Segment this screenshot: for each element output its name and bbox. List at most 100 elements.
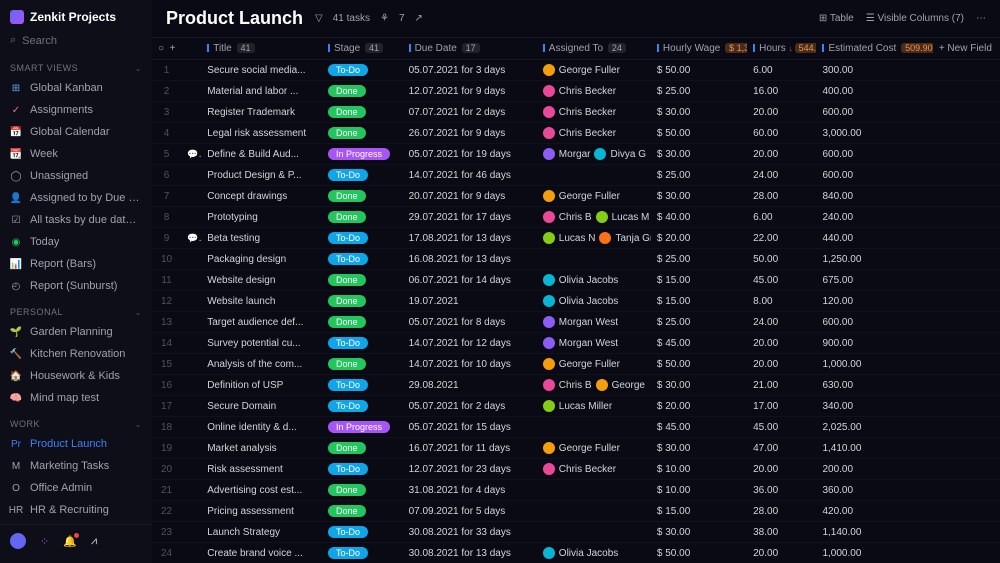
wage-cell[interactable]: $ 30.00	[651, 186, 747, 207]
assign-cell[interactable]: Chris Becker	[537, 123, 651, 144]
hours-cell[interactable]: 20.00	[747, 543, 816, 563]
wage-cell[interactable]: $ 30.00	[651, 102, 747, 123]
activity-icon[interactable]: ⩘	[91, 535, 97, 548]
title-cell[interactable]: Material and labor ...	[201, 81, 322, 102]
due-cell[interactable]: 14.07.2021 for 12 days	[403, 333, 537, 354]
cost-cell[interactable]: 900.00	[816, 333, 932, 354]
assign-cell[interactable]: Chris Becker	[537, 81, 651, 102]
wage-cell[interactable]: $ 15.00	[651, 270, 747, 291]
assign-cell[interactable]: Olivia Jacobs	[537, 270, 651, 291]
table-row[interactable]: 21 Advertising cost est... Done 31.08.20…	[152, 480, 1000, 501]
title-cell[interactable]: Register Trademark	[201, 102, 322, 123]
cost-cell[interactable]: 200.00	[816, 459, 932, 480]
cost-cell[interactable]: 1,250.00	[816, 249, 932, 270]
cost-cell[interactable]: 400.00	[816, 81, 932, 102]
due-cell[interactable]: 16.08.2021 for 13 days	[403, 249, 537, 270]
assign-cell[interactable]	[537, 522, 651, 543]
wage-cell[interactable]: $ 25.00	[651, 249, 747, 270]
team-icon[interactable]: ⚘	[380, 13, 389, 24]
wage-cell[interactable]: $ 30.00	[651, 375, 747, 396]
assign-cell[interactable]	[537, 165, 651, 186]
table-row[interactable]: 2 Material and labor ... Done 12.07.2021…	[152, 81, 1000, 102]
title-cell[interactable]: Online identity & d...	[201, 417, 322, 438]
sidebar-item[interactable]: 👤Assigned to by Due Date	[0, 187, 152, 209]
stage-cell[interactable]: To-Do	[322, 459, 403, 480]
stage-cell[interactable]: To-Do	[322, 375, 403, 396]
wage-cell[interactable]: $ 30.00	[651, 144, 747, 165]
hours-cell[interactable]: 45.00	[747, 270, 816, 291]
hours-cell[interactable]: 21.00	[747, 375, 816, 396]
sidebar-item[interactable]: 📊Report (Bars)	[0, 253, 152, 275]
title-cell[interactable]: Create brand voice ...	[201, 543, 322, 563]
title-cell[interactable]: Product Design & P...	[201, 165, 322, 186]
wage-cell[interactable]: $ 25.00	[651, 165, 747, 186]
hours-cell[interactable]: 50.00	[747, 249, 816, 270]
hours-cell[interactable]: 20.00	[747, 144, 816, 165]
due-cell[interactable]: 19.07.2021	[403, 291, 537, 312]
hours-cell[interactable]: 6.00	[747, 60, 816, 81]
due-cell[interactable]: 07.07.2021 for 2 days	[403, 102, 537, 123]
notifications-icon[interactable]: 🔔	[63, 535, 77, 548]
stage-cell[interactable]: Done	[322, 270, 403, 291]
sidebar-item[interactable]: ◯Unassigned	[0, 165, 152, 187]
sidebar-item[interactable]: ⊞Global Kanban	[0, 77, 152, 99]
hours-cell[interactable]: 17.00	[747, 396, 816, 417]
stage-cell[interactable]: In Progress	[322, 144, 403, 165]
hours-cell[interactable]: 47.00	[747, 438, 816, 459]
hours-cell[interactable]: 20.00	[747, 102, 816, 123]
cost-cell[interactable]: 1,000.00	[816, 543, 932, 563]
hours-cell[interactable]: 16.00	[747, 81, 816, 102]
table-row[interactable]: 18 Online identity & d... In Progress 05…	[152, 417, 1000, 438]
stage-cell[interactable]: Done	[322, 312, 403, 333]
sidebar-item[interactable]: 🏠Housework & Kids	[0, 365, 152, 387]
cost-cell[interactable]: 1,140.00	[816, 522, 932, 543]
due-cell[interactable]: 20.07.2021 for 9 days	[403, 186, 537, 207]
wage-cell[interactable]: $ 10.00	[651, 480, 747, 501]
filter-icon[interactable]: ▽	[315, 13, 323, 24]
title-cell[interactable]: Advertising cost est...	[201, 480, 322, 501]
cost-cell[interactable]: 440.00	[816, 228, 932, 249]
cost-cell[interactable]: 600.00	[816, 165, 932, 186]
title-cell[interactable]: Pricing assessment	[201, 501, 322, 522]
assign-cell[interactable]: Morgar Divya G	[537, 144, 651, 165]
table-row[interactable]: 10 Packaging design To-Do 16.08.2021 for…	[152, 249, 1000, 270]
title-cell[interactable]: Secure Domain	[201, 396, 322, 417]
stage-cell[interactable]: Done	[322, 123, 403, 144]
due-cell[interactable]: 29.08.2021	[403, 375, 537, 396]
table-row[interactable]: 23 Launch Strategy To-Do 30.08.2021 for …	[152, 522, 1000, 543]
table-row[interactable]: 20 Risk assessment To-Do 12.07.2021 for …	[152, 459, 1000, 480]
assign-cell[interactable]: Chris B Lucas M	[537, 207, 651, 228]
title-cell[interactable]: Launch Strategy	[201, 522, 322, 543]
col-due[interactable]: Due Date 17	[403, 38, 537, 60]
visible-columns[interactable]: ☰ Visible Columns (7)	[866, 13, 964, 24]
comment-icon[interactable]: 💬1	[187, 233, 201, 243]
cost-cell[interactable]: 630.00	[816, 375, 932, 396]
due-cell[interactable]: 14.07.2021 for 10 days	[403, 354, 537, 375]
assign-cell[interactable]: George Fuller	[537, 186, 651, 207]
sidebar-item[interactable]: MMarketing Tasks	[0, 455, 152, 477]
stage-cell[interactable]: To-Do	[322, 60, 403, 81]
wage-cell[interactable]: $ 30.00	[651, 522, 747, 543]
stage-cell[interactable]: Done	[322, 81, 403, 102]
title-cell[interactable]: Prototyping	[201, 207, 322, 228]
title-cell[interactable]: Concept drawings	[201, 186, 322, 207]
hours-cell[interactable]: 24.00	[747, 312, 816, 333]
cost-cell[interactable]: 340.00	[816, 396, 932, 417]
view-table[interactable]: ⊞ Table	[819, 13, 854, 24]
due-cell[interactable]: 05.07.2021 for 3 days	[403, 60, 537, 81]
stage-cell[interactable]: Done	[322, 480, 403, 501]
sidebar-item[interactable]: PrProduct Launch	[0, 433, 152, 455]
chevron-down-icon[interactable]: ⌄	[135, 420, 142, 429]
table-row[interactable]: 15 Analysis of the com... Done 14.07.202…	[152, 354, 1000, 375]
due-cell[interactable]: 14.07.2021 for 46 days	[403, 165, 537, 186]
sidebar-item[interactable]: 🧠Mind map test	[0, 387, 152, 409]
table-row[interactable]: 12 Website launch Done 19.07.2021 Olivia…	[152, 291, 1000, 312]
sidebar-item[interactable]: OOffice Admin	[0, 477, 152, 499]
stage-cell[interactable]: To-Do	[322, 333, 403, 354]
col-wage[interactable]: Hourly Wage $ 1,355.00	[651, 38, 747, 60]
assign-cell[interactable]: Chris Becker	[537, 459, 651, 480]
col-hours[interactable]: Hours ↓544.00	[747, 38, 816, 60]
hours-cell[interactable]: 22.00	[747, 228, 816, 249]
cost-cell[interactable]: 840.00	[816, 186, 932, 207]
due-cell[interactable]: 12.07.2021 for 9 days	[403, 81, 537, 102]
